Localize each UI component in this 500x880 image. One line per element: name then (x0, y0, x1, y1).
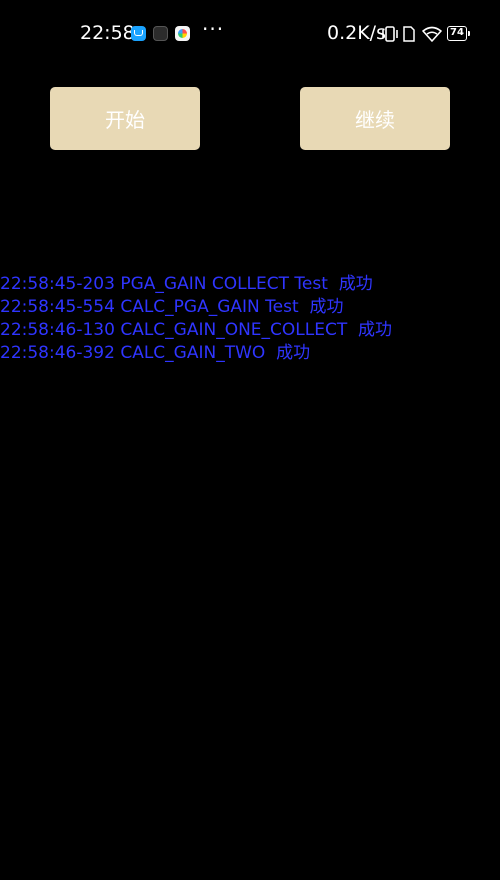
log-output: 22:58:45-203 PGA_GAIN COLLECT Test 成功 22… (0, 273, 500, 365)
more-notifications-icon: ··· (202, 17, 225, 41)
battery-icon: 74 (447, 26, 470, 41)
photos-app-icon (175, 26, 190, 41)
sim-card-icon (403, 26, 415, 42)
continue-button[interactable]: 继续 (300, 87, 450, 150)
log-line: 22:58:45-554 CALC_PGA_GAIN Test 成功 (0, 297, 344, 317)
screen: 22:58 ··· 0.2K/s 74 开始 继续 22:58:45-203 P… (0, 0, 500, 880)
terminal-app-icon (153, 26, 168, 41)
wifi-icon (422, 26, 442, 42)
notification-app-icon (131, 26, 146, 41)
status-time: 22:58 (80, 22, 135, 44)
start-button[interactable]: 开始 (50, 87, 200, 150)
log-line: 22:58:45-203 PGA_GAIN COLLECT Test 成功 (0, 274, 373, 294)
log-line: 22:58:46-392 CALC_GAIN_TWO 成功 (0, 343, 311, 363)
status-bar: 22:58 ··· 0.2K/s 74 (0, 0, 500, 68)
network-speed: 0.2K/s (327, 22, 386, 44)
vibrate-icon (382, 26, 398, 42)
log-line: 22:58:46-130 CALC_GAIN_ONE_COLLECT 成功 (0, 320, 393, 340)
